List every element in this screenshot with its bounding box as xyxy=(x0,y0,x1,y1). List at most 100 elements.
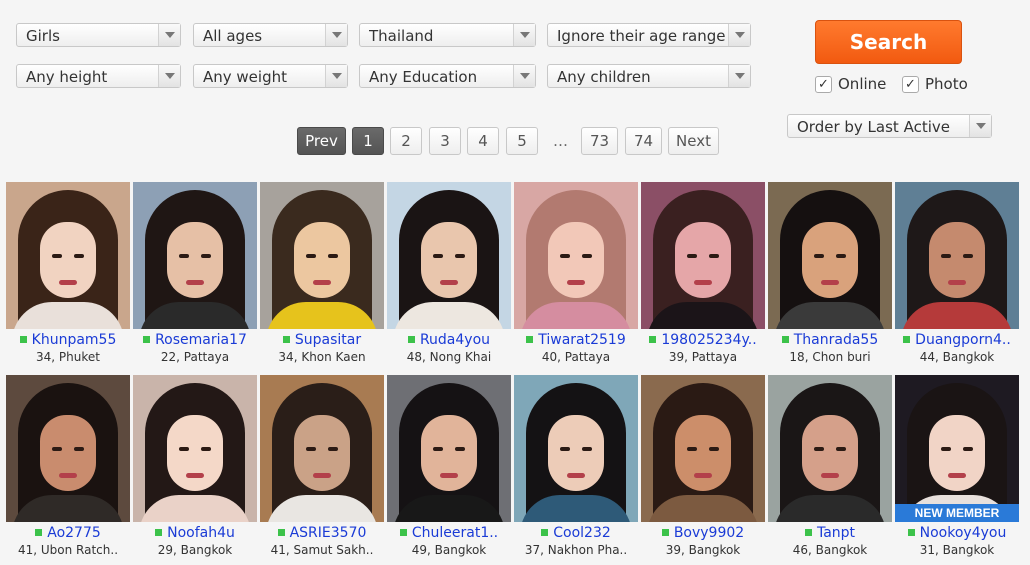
member-photo[interactable] xyxy=(514,182,638,329)
member-name-link[interactable]: Tiwarat2519 xyxy=(514,332,638,350)
page-2-button[interactable]: 2 xyxy=(390,127,422,155)
member-photo[interactable] xyxy=(768,182,892,329)
member-name[interactable]: Tiwarat2519 xyxy=(538,332,626,348)
education-select[interactable]: Any Education xyxy=(359,64,536,88)
checkmark-icon[interactable]: ✓ xyxy=(902,75,919,93)
children-select[interactable]: Any children xyxy=(547,64,751,88)
member-card[interactable]: Ao2775 41, Ubon Ratch.. xyxy=(6,375,130,559)
member-photo[interactable] xyxy=(260,182,384,329)
photo-eye xyxy=(52,447,62,451)
member-card[interactable]: Ruda4you 48, Nong Khai xyxy=(387,182,511,366)
online-status-icon xyxy=(155,529,163,536)
member-card[interactable]: Tiwarat2519 40, Pattaya xyxy=(514,182,638,366)
member-card[interactable]: Bovy9902 39, Bangkok xyxy=(641,375,765,559)
member-name[interactable]: Rosemaria17 xyxy=(155,332,247,348)
member-name-link[interactable]: ASRIE3570 xyxy=(260,525,384,543)
order-select-value: Order by Last Active xyxy=(797,118,950,136)
member-name[interactable]: Chuleerat1.. xyxy=(412,525,498,541)
member-photo[interactable] xyxy=(895,182,1019,329)
member-name-link[interactable]: Supasitar xyxy=(260,332,384,350)
member-card[interactable]: Rosemaria17 22, Pattaya xyxy=(133,182,257,366)
member-name-link[interactable]: Nookoy4you xyxy=(895,525,1019,543)
country-select[interactable]: Thailand xyxy=(359,23,536,47)
online-status-icon xyxy=(143,336,151,343)
member-name[interactable]: Nookoy4you xyxy=(920,525,1007,541)
member-name[interactable]: Supasitar xyxy=(295,332,361,348)
member-name-link[interactable]: Tanpt xyxy=(768,525,892,543)
member-name-link[interactable]: Bovy9902 xyxy=(641,525,765,543)
member-photo[interactable] xyxy=(768,375,892,522)
next-page-button[interactable]: Next xyxy=(668,127,719,155)
member-age-location: 41, Samut Sakh.. xyxy=(270,543,374,557)
member-photo[interactable] xyxy=(387,182,511,329)
checkmark-icon[interactable]: ✓ xyxy=(815,75,832,93)
member-name[interactable]: Ruda4you xyxy=(420,332,490,348)
member-card[interactable]: Tanpt 46, Bangkok xyxy=(768,375,892,559)
member-card[interactable]: NEW MEMBER Nookoy4you 31, Bangkok xyxy=(895,375,1019,559)
age-range-select[interactable]: Ignore their age range xyxy=(547,23,751,47)
member-photo[interactable] xyxy=(133,375,257,522)
member-name[interactable]: ASRIE3570 xyxy=(290,525,367,541)
page-4-button[interactable]: 4 xyxy=(467,127,499,155)
photo-mouth xyxy=(948,473,966,478)
member-photo[interactable]: NEW MEMBER xyxy=(895,375,1019,522)
photo-checkbox[interactable]: ✓ Photo xyxy=(902,75,968,93)
member-name[interactable]: Bovy9902 xyxy=(674,525,744,541)
member-name[interactable]: Ao2775 xyxy=(47,525,101,541)
member-card[interactable]: Supasitar 34, Khon Kaen xyxy=(260,182,384,366)
age-select[interactable]: All ages xyxy=(193,23,348,47)
member-name[interactable]: Noofah4u xyxy=(167,525,235,541)
member-card[interactable]: Cool232 37, Nakhon Pha.. xyxy=(514,375,638,559)
order-select[interactable]: Order by Last Active xyxy=(787,114,992,138)
member-name-link[interactable]: 198025234y.. xyxy=(641,332,765,350)
member-name[interactable]: Cool232 xyxy=(553,525,611,541)
member-photo[interactable] xyxy=(133,182,257,329)
member-card[interactable]: Khunpam55 34, Phuket xyxy=(6,182,130,366)
member-name[interactable]: Duangporn4.. xyxy=(915,332,1011,348)
page-74-button[interactable]: 74 xyxy=(625,127,662,155)
page-3-button[interactable]: 3 xyxy=(429,127,461,155)
member-photo[interactable] xyxy=(6,375,130,522)
photo-mouth xyxy=(313,280,331,285)
member-name[interactable]: 198025234y.. xyxy=(661,332,756,348)
online-checkbox[interactable]: ✓ Online xyxy=(815,75,886,93)
member-card[interactable]: Duangporn4.. 44, Bangkok xyxy=(895,182,1019,366)
member-age-location: 39, Pattaya xyxy=(668,350,738,364)
member-name-link[interactable]: Ruda4you xyxy=(387,332,511,350)
photo-label: Photo xyxy=(925,75,968,93)
member-card[interactable]: Chuleerat1.. 49, Bangkok xyxy=(387,375,511,559)
member-name-link[interactable]: Khunpam55 xyxy=(6,332,130,350)
member-name-link[interactable]: Thanrada55 xyxy=(768,332,892,350)
member-name-link[interactable]: Rosemaria17 xyxy=(133,332,257,350)
member-name[interactable]: Khunpam55 xyxy=(32,332,117,348)
online-status-icon xyxy=(903,336,911,343)
member-age-location: 41, Ubon Ratch.. xyxy=(17,543,119,557)
search-button[interactable]: Search xyxy=(815,20,962,64)
online-status-icon xyxy=(649,336,657,343)
gender-select[interactable]: Girls xyxy=(16,23,181,47)
member-photo[interactable] xyxy=(260,375,384,522)
page-73-button[interactable]: 73 xyxy=(581,127,618,155)
member-name-link[interactable]: Ao2775 xyxy=(6,525,130,543)
member-card[interactable]: ASRIE3570 41, Samut Sakh.. xyxy=(260,375,384,559)
photo-eye xyxy=(941,447,951,451)
prev-page-button[interactable]: Prev xyxy=(297,127,346,155)
member-photo[interactable] xyxy=(387,375,511,522)
weight-select[interactable]: Any weight xyxy=(193,64,348,88)
member-card[interactable]: Thanrada55 18, Chon buri xyxy=(768,182,892,366)
member-name-link[interactable]: Cool232 xyxy=(514,525,638,543)
member-name-link[interactable]: Duangporn4.. xyxy=(895,332,1019,350)
member-photo[interactable] xyxy=(514,375,638,522)
member-photo[interactable] xyxy=(641,375,765,522)
page-5-button[interactable]: 5 xyxy=(506,127,538,155)
member-photo[interactable] xyxy=(6,182,130,329)
member-card[interactable]: 198025234y.. 39, Pattaya xyxy=(641,182,765,366)
member-photo[interactable] xyxy=(641,182,765,329)
member-name[interactable]: Thanrada55 xyxy=(794,332,879,348)
member-name-link[interactable]: Chuleerat1.. xyxy=(387,525,511,543)
page-1-button[interactable]: 1 xyxy=(352,127,384,155)
member-name-link[interactable]: Noofah4u xyxy=(133,525,257,543)
height-select[interactable]: Any height xyxy=(16,64,181,88)
member-card[interactable]: Noofah4u 29, Bangkok xyxy=(133,375,257,559)
member-name[interactable]: Tanpt xyxy=(817,525,855,541)
